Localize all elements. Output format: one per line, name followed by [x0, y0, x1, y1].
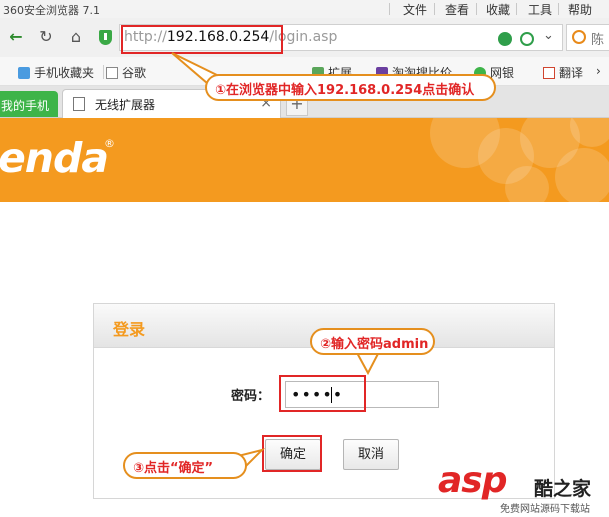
title-bar: 360安全浏览器 7.1 文件 查看 收藏 工具 帮助	[0, 0, 609, 18]
callout-step-3: ③点击“确定”	[123, 452, 247, 479]
bookmark-mobile-favorites[interactable]: 手机收藏夹	[18, 64, 94, 81]
tab-my-phone[interactable]: 我的手机	[0, 91, 58, 117]
chevron-down-icon[interactable]: ⌄	[543, 29, 557, 43]
translate-icon	[543, 67, 555, 79]
bookmark-divider	[103, 65, 104, 79]
compat-mode-icon[interactable]	[520, 32, 534, 46]
callout-step-1: ①在浏览器中输入192.168.0.254点击确认	[205, 74, 496, 101]
bookmarks-more-icon[interactable]: ›	[596, 64, 601, 78]
watermark-tagline: 免费网站源码下载站	[500, 504, 590, 515]
bookmark-translate[interactable]: 翻译	[543, 64, 583, 81]
menu-view[interactable]: 查看	[445, 1, 469, 18]
ok-highlight-box	[262, 435, 322, 472]
bookmark-label: 手机收藏夹	[34, 66, 95, 80]
search-engine-icon[interactable]	[572, 30, 586, 44]
address-toolbar: ← ↻ ⌂ http://192.168.0.254/login.asp ⌄ 陈	[0, 18, 609, 57]
menu-help[interactable]: 帮助	[568, 1, 592, 18]
phone-icon	[18, 67, 30, 79]
home-icon[interactable]: ⌂	[66, 27, 86, 47]
brand-banner: enda ®	[0, 118, 609, 202]
menu-divider	[476, 3, 477, 15]
bookmark-label: 谷歌	[122, 66, 147, 80]
url-highlight-box	[121, 25, 283, 54]
tab-label: 无线扩展器	[95, 98, 156, 112]
security-shield-icon[interactable]	[99, 30, 112, 45]
search-input[interactable]: 陈	[566, 24, 609, 51]
page-icon	[106, 67, 118, 79]
search-text: 陈	[591, 33, 605, 48]
app-title: 360安全浏览器 7.1	[3, 4, 100, 17]
tab-label: 我的手机	[1, 99, 50, 113]
login-title: 登录	[113, 320, 146, 339]
menu-divider	[516, 3, 517, 15]
menu-divider	[434, 3, 435, 15]
callout-step-2: ②输入密码admin	[310, 328, 435, 355]
refresh-icon[interactable]: ↻	[36, 27, 56, 47]
decor-bubble	[505, 166, 549, 202]
menu-tools[interactable]: 工具	[528, 1, 552, 18]
brand-logo: enda	[0, 134, 109, 182]
cancel-button[interactable]: 取消	[343, 439, 399, 470]
watermark-logo: asp	[438, 460, 507, 501]
menu-divider	[558, 3, 559, 15]
bookmark-label: 网银	[490, 66, 515, 80]
watermark-suffix: 酷之家	[534, 478, 592, 500]
decor-bubble	[555, 148, 609, 202]
bookmark-google[interactable]: 谷歌	[106, 64, 146, 81]
menu-divider	[389, 3, 390, 15]
menu-file[interactable]: 文件	[403, 1, 427, 18]
back-icon[interactable]: ←	[6, 27, 26, 47]
password-label: 密码：	[231, 389, 271, 404]
password-highlight-box	[279, 375, 366, 412]
speedup-icon[interactable]	[498, 32, 512, 46]
page-icon	[73, 97, 85, 111]
registered-mark: ®	[104, 137, 115, 150]
menu-favorites[interactable]: 收藏	[486, 1, 510, 18]
bookmark-label: 翻译	[559, 66, 584, 80]
